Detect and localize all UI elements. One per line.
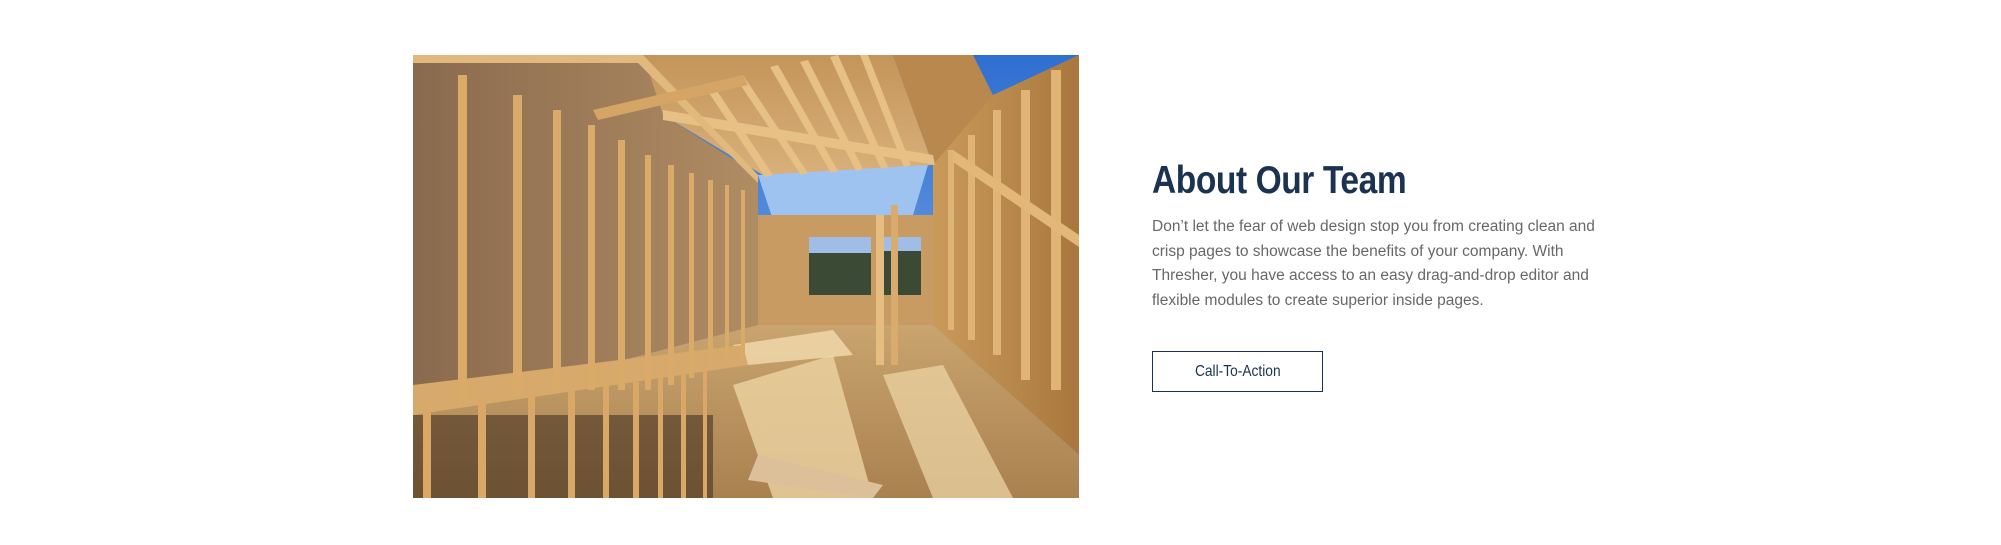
section-heading: About Our Team (1152, 159, 1407, 202)
section-body-text: Don’t let the fear of web design stop yo… (1152, 218, 1595, 309)
house-framing-photo (413, 55, 1079, 498)
about-section: About Our Team Don’t let the fear of web… (0, 0, 2001, 545)
call-to-action-label: Call-To-Action (1194, 362, 1281, 380)
about-content: About Our Team Don’t let the fear of web… (1152, 155, 1612, 313)
call-to-action-button[interactable]: Call-To-Action (1152, 351, 1323, 392)
